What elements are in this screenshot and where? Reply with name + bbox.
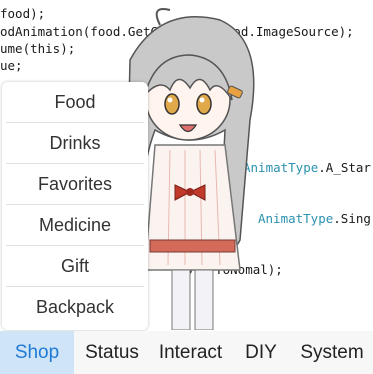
menu-item-favorites[interactable]: Favorites <box>6 164 144 205</box>
menu-item-food[interactable]: Food <box>6 82 144 123</box>
character-eye-right <box>196 93 212 115</box>
code-line: ume(this); <box>0 41 76 56</box>
character-skirt <box>149 239 236 253</box>
code-member: .Sing <box>333 211 371 226</box>
menu-item-drinks[interactable]: Drinks <box>6 123 144 164</box>
bottom-tab-bar: Shop Status Interact DIY System <box>0 331 373 374</box>
code-member: .A_Star <box>318 160 371 175</box>
code-line: food); <box>0 6 46 21</box>
tab-system[interactable]: System <box>291 331 373 374</box>
menu-item-medicine[interactable]: Medicine <box>6 205 144 246</box>
code-line: ue; <box>0 58 23 73</box>
menu-item-gift[interactable]: Gift <box>6 246 144 287</box>
tab-interact[interactable]: Interact <box>150 331 231 374</box>
menu-item-backpack[interactable]: Backpack <box>6 287 144 328</box>
tab-status[interactable]: Status <box>74 331 150 374</box>
tab-diy[interactable]: DIY <box>231 331 291 374</box>
character-eye-left <box>164 93 180 115</box>
tab-shop[interactable]: Shop <box>0 331 74 374</box>
character-leg-left <box>171 269 191 330</box>
character-leg-right <box>194 269 214 330</box>
shop-menu-popup: Food Drinks Favorites Medicine Gift Back… <box>2 82 148 330</box>
